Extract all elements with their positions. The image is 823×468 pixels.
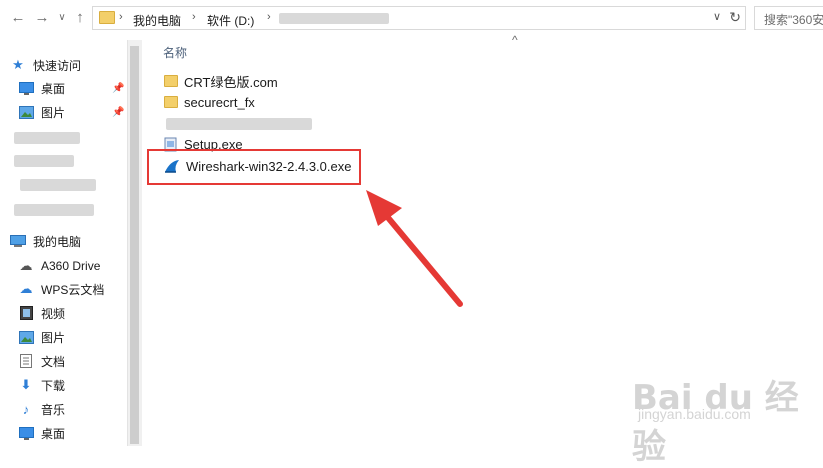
sidebar-item-documents[interactable]: 文档 [18,351,65,371]
video-icon [18,305,34,321]
star-icon: ★ [12,57,24,72]
redacted-path [279,13,389,24]
chevron-right-icon: › [192,11,196,23]
sidebar-this-pc[interactable]: 我的电脑 [10,231,81,251]
recent-locations-button[interactable]: ∨ [52,8,72,28]
chevron-down-icon[interactable]: ∨ [713,10,721,23]
sidebar-label: 桌面 [41,81,66,96]
folder-icon [99,11,115,24]
file-item-crt[interactable]: CRT绿色版.com [164,71,278,91]
back-button[interactable]: ← [8,8,28,28]
documents-icon [18,353,34,369]
computer-icon [10,233,26,249]
redacted-item [14,132,80,144]
sidebar-label: 图片 [41,330,66,345]
forward-button[interactable]: → [32,8,52,28]
arrow-left-icon: ← [10,9,26,26]
redacted-item [14,155,74,167]
annotation-highlight-box [147,149,361,185]
breadcrumb-drive-d[interactable]: 软件 (D:) [207,12,254,29]
navigation-pane: ★ 快速访问 桌面 📌 图片 📌 我的电脑 ☁ A360 Drive ☁ WPS… [0,40,128,446]
sidebar-label: WPS云文档 [41,282,105,297]
scrollbar-thumb[interactable] [130,46,139,444]
sidebar-item-wps-cloud[interactable]: ☁ WPS云文档 [18,279,105,299]
pin-icon: 📌 [112,83,125,94]
sidebar-item-a360[interactable]: ☁ A360 Drive [18,256,101,276]
sidebar-label: A360 Drive [41,259,101,273]
sort-ascending-icon: ^ [512,33,518,47]
chevron-down-icon: ∨ [58,12,66,23]
up-button[interactable]: ↑ [70,8,90,28]
search-input[interactable]: 搜索"360安 [754,6,823,30]
redacted-item [14,204,94,216]
sidebar-label: 文档 [41,354,66,369]
folder-icon [164,75,178,87]
file-item-securecrt[interactable]: securecrt_fx [164,92,255,112]
sidebar-item-pictures[interactable]: 图片 [18,102,65,122]
sidebar-item-videos[interactable]: 视频 [18,303,65,323]
annotation-arrow-icon [366,190,463,307]
baidu-watermark-url: jingyan.baidu.com [638,406,751,422]
sidebar-label: 视频 [41,306,66,321]
address-bar[interactable]: › 我的电脑 › 软件 (D:) › ∨ ↻ [92,6,746,30]
file-name: CRT绿色版.com [184,74,278,90]
redacted-file [166,118,312,130]
desktop-icon [18,425,34,441]
download-icon: ⬇ [20,377,32,392]
redacted-item [20,179,96,191]
wps-cloud-icon: ☁ [19,281,33,296]
sidebar-label: 快速访问 [33,58,82,73]
sidebar-scrollbar[interactable] [127,40,142,446]
refresh-icon[interactable]: ↻ [729,9,741,26]
sidebar-item-pictures-2[interactable]: 图片 [18,327,65,347]
cloud-drive-icon: ☁ [19,258,33,273]
pictures-icon [18,329,34,345]
arrow-up-icon: ↑ [76,9,84,26]
sidebar-label: 桌面 [41,426,66,441]
sidebar-label: 我的电脑 [33,234,82,249]
arrow-right-icon: → [34,9,50,26]
file-name: securecrt_fx [184,94,255,110]
sidebar-item-desktop[interactable]: 桌面 [18,78,65,98]
folder-icon [164,96,178,108]
pin-icon: 📌 [112,107,125,118]
pictures-icon [18,104,34,120]
column-header-name[interactable]: 名称 [163,44,187,61]
desktop-icon [18,80,34,96]
sidebar-item-desktop-2[interactable]: 桌面 [18,423,65,443]
sidebar-item-downloads[interactable]: ⬇ 下载 [18,375,65,395]
sidebar-item-music[interactable]: ♪ 音乐 [18,399,65,419]
music-icon: ♪ [22,401,30,417]
breadcrumb-this-pc[interactable]: 我的电脑 [133,12,181,29]
sidebar-label: 下载 [41,378,66,393]
sidebar-label: 音乐 [41,402,66,417]
sidebar-quick-access[interactable]: ★ 快速访问 [10,55,81,75]
chevron-right-icon: › [267,11,271,23]
chevron-right-icon: › [119,11,123,23]
sidebar-label: 图片 [41,105,66,120]
